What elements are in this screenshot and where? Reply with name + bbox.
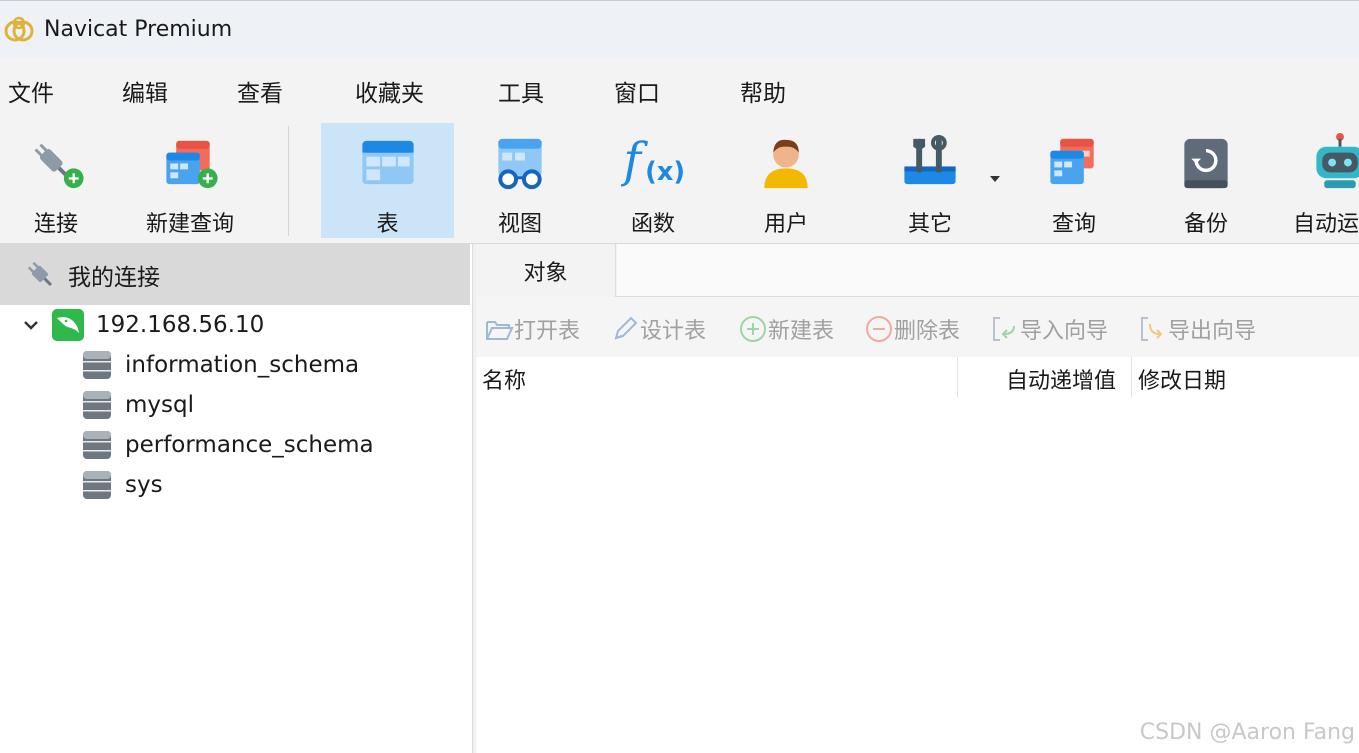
connect-button[interactable]: 连接 [12,123,100,238]
new-table-button[interactable]: 新建表 [738,313,834,345]
query-label: 查询 [1051,212,1096,237]
other-button[interactable]: 其它 [866,123,994,238]
pencil-icon [614,316,638,340]
new-query-label: 新建查询 [145,212,234,237]
database-label: mysql [125,392,194,418]
function-label: 函数 [630,212,675,237]
user-label: 用户 [763,212,808,237]
add-circle-icon [740,316,766,342]
query-icon [1050,138,1094,185]
remove-circle-icon [866,316,892,342]
backup-label: 备份 [1183,212,1228,237]
import-wizard-label: 导入向导 [1020,319,1109,344]
tab-bar: 对象 [476,244,1359,297]
menu-window[interactable]: 窗口 [614,74,660,108]
main-toolbar: 连接 新建查询 表 视图 f (x) 函数 用户 其它 查询 备份 自动运 [0,120,1359,244]
delete-table-label: 删除表 [894,319,961,344]
database-node[interactable]: information_schema [82,345,359,385]
new-query-button[interactable]: 新建查询 [138,123,242,238]
query-button[interactable]: 查询 [1010,123,1138,238]
menu-help[interactable]: 帮助 [740,74,786,108]
title-bar: Navicat Premium [0,0,1359,58]
view-label: 视图 [497,212,542,237]
plug-icon [27,261,52,286]
menu-edit[interactable]: 编辑 [122,74,168,108]
plug-connect-icon [34,143,84,189]
column-header-modified-date[interactable]: 修改日期 [1138,363,1226,395]
table-button[interactable]: 表 [321,123,454,238]
chevron-down-icon[interactable] [22,316,40,334]
robot-icon [1316,132,1359,189]
window-title: Navicat Premium [44,17,233,42]
table-label: 表 [376,212,399,237]
database-node[interactable]: sys [82,465,163,505]
open-table-label: 打开表 [514,319,581,344]
mysql-dolphin-icon [52,309,84,341]
my-connections-label: 我的连接 [68,264,160,291]
object-pane: 对象 打开表 设计表 新建表 删除表 导入向导 导出向导 名称 自动递增值 修改… [476,244,1359,753]
watermark: CSDN @Aaron Fang [1139,720,1355,745]
connect-label: 连接 [33,212,78,237]
delete-table-button[interactable]: 删除表 [864,313,960,345]
database-icon [83,391,111,419]
tools-icon [904,134,956,185]
folder-open-icon [486,321,514,340]
view-button[interactable]: 视图 [456,123,584,238]
function-button[interactable]: f (x) 函数 [588,123,718,238]
user-icon [764,139,808,189]
menu-view[interactable]: 查看 [237,74,283,108]
connection-node[interactable]: 192.168.56.10 [22,305,264,345]
import-wizard-button[interactable]: 导入向导 [990,313,1108,345]
database-label: information_schema [125,352,360,378]
design-table-label: 设计表 [640,319,707,344]
table-icon [361,140,414,185]
tab-objects[interactable]: 对象 [476,244,616,297]
menu-tools[interactable]: 工具 [498,74,544,108]
database-node[interactable]: performance_schema [82,425,374,465]
column-divider[interactable] [1131,357,1132,397]
other-dropdown-arrow-icon[interactable] [990,176,1000,182]
import-icon [993,317,1015,341]
function-fx-icon: f (x) [621,133,685,188]
database-icon [83,351,111,379]
design-table-button[interactable]: 设计表 [610,313,706,345]
export-wizard-label: 导出向导 [1168,319,1257,344]
column-divider[interactable] [957,357,958,397]
object-list-header: 名称 自动递增值 修改日期 [476,357,1359,399]
backup-button[interactable]: 备份 [1142,123,1270,238]
other-label: 其它 [907,212,952,237]
database-node[interactable]: mysql [82,385,194,425]
my-connections-header[interactable]: 我的连接 [0,244,470,305]
column-header-name[interactable]: 名称 [482,363,526,395]
export-icon [1141,317,1163,341]
svg-text:(x): (x) [645,157,685,187]
menu-favorites[interactable]: 收藏夹 [355,74,424,108]
connection-tree-pane: 我的连接 192.168.56.10 information_schema my… [0,244,472,753]
automation-label: 自动运 [1293,212,1359,237]
new-query-icon [166,140,218,189]
view-glasses-icon [498,138,542,190]
new-table-label: 新建表 [768,319,835,344]
open-table-button[interactable]: 打开表 [484,313,580,345]
menu-bar: 文件 编辑 查看 收藏夹 工具 窗口 帮助 [0,58,1359,120]
tab-bar-empty-area [617,244,1359,296]
connection-label: 192.168.56.10 [96,312,265,338]
database-label: performance_schema [125,432,374,458]
object-toolbar: 打开表 设计表 新建表 删除表 导入向导 导出向导 [476,297,1359,357]
column-header-auto-increment[interactable]: 自动递增值 [1006,363,1116,395]
navicat-logo-icon [4,16,34,41]
database-label: sys [125,472,163,498]
menu-file[interactable]: 文件 [8,74,54,108]
export-wizard-button[interactable]: 导出向导 [1138,313,1256,345]
toolbar-separator [288,126,289,236]
automation-button[interactable]: 自动运 [1284,123,1359,238]
database-icon [83,431,111,459]
backup-icon [1184,138,1228,189]
user-button[interactable]: 用户 [722,123,850,238]
database-icon [83,471,111,499]
tab-objects-label: 对象 [523,260,568,286]
